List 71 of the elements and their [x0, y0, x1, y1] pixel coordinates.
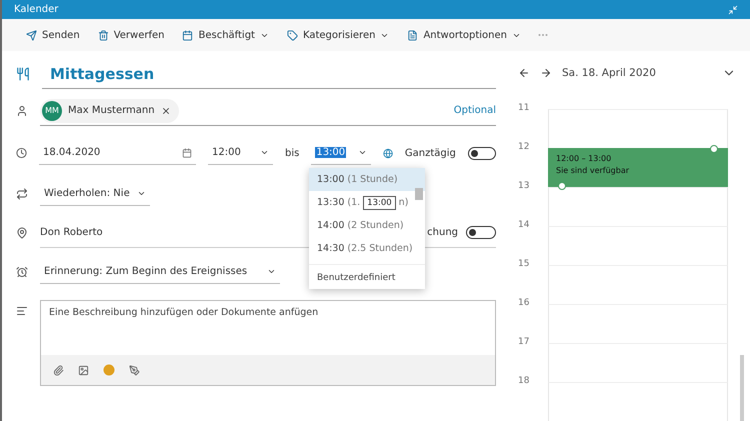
toolbar-button[interactable]: Antwortoptionen [405, 28, 523, 43]
description-icon [16, 305, 28, 317]
location-field[interactable]: Don Roberto [40, 227, 103, 238]
hour-label: 11 [518, 103, 530, 115]
time-option[interactable]: 14:30 (2.5 Stunden) [309, 237, 425, 260]
until-label: bis [284, 148, 300, 158]
chevron-icon [358, 148, 367, 157]
busy-icon [182, 30, 194, 41]
calendar-date: Sa. 18. April 2020 [562, 67, 656, 79]
tag-icon [286, 30, 298, 41]
hour-label: 15 [518, 259, 530, 271]
repeat-dropdown[interactable]: Wiederholen: Nie [40, 182, 150, 206]
start-time-field[interactable]: 12:00 [208, 141, 273, 165]
chevron-icon [137, 189, 146, 198]
discard-icon [98, 30, 109, 41]
time-tooltip: 13:00 [363, 196, 396, 210]
resize-handle[interactable] [710, 145, 718, 153]
calendar-icon [182, 148, 192, 158]
resize-handle[interactable] [558, 182, 566, 190]
window-title: Kalender [14, 4, 58, 16]
description-field[interactable]: Eine Beschreibung hinzufügen oder Dokumente anfügen [40, 300, 496, 386]
attach-icon[interactable] [53, 364, 64, 376]
online-meeting-toggle[interactable] [466, 226, 496, 239]
online-meeting-label: chung [427, 227, 458, 238]
location-icon [16, 227, 28, 239]
emoji-icon[interactable] [103, 364, 115, 376]
hour-label: 12 [518, 142, 530, 154]
hour-label: 17 [518, 337, 530, 349]
back-arrow-icon[interactable] [518, 67, 530, 79]
time-option[interactable]: 13:00 (1 Stunde) [309, 168, 425, 191]
toolbar-button[interactable]: Senden [24, 28, 82, 43]
end-time-field[interactable]: 13:00 [311, 141, 371, 165]
optional-link[interactable]: Optional [454, 105, 496, 116]
calendar-event[interactable]: 12:00 – 13:00 Sie sind verfügbar [548, 148, 728, 187]
event-time: 12:00 – 13:00 [556, 154, 612, 163]
clock-icon [16, 147, 28, 159]
event-title-field[interactable]: Mittagessen [42, 64, 154, 82]
time-option[interactable]: 13:30 (1. 13:00 n) [309, 191, 425, 214]
toolbar-button[interactable]: Beschäftigt [180, 28, 271, 43]
forward-arrow-icon[interactable] [540, 67, 552, 79]
chevron-icon [260, 148, 269, 157]
repeat-icon [16, 188, 28, 200]
date-field[interactable]: 18.04.2020 [39, 141, 196, 165]
all-day-toggle[interactable] [468, 146, 496, 160]
time-option[interactable]: 14:00 (2 Stunden) [309, 214, 425, 237]
toolbar-button[interactable]: Verwerfen [96, 28, 166, 43]
all-day-label: Ganztägig [404, 148, 456, 158]
avatar: MM [42, 100, 62, 120]
send-icon [26, 30, 37, 41]
image-icon[interactable] [78, 364, 89, 376]
toolbar-button[interactable]: Kategorisieren [284, 28, 392, 43]
reminder-dropdown[interactable]: Erinnerung: Zum Beginn des Ereignisses [40, 260, 280, 284]
reply-icon [407, 30, 418, 41]
attendee-chip[interactable]: MM Max Mustermann [40, 98, 179, 122]
hour-label: 16 [518, 298, 530, 310]
custom-option[interactable]: Benutzerdefiniert [309, 264, 425, 285]
scrollbar [740, 355, 744, 421]
hour-label: 18 [518, 376, 530, 388]
hour-label: 14 [518, 220, 530, 232]
minimize-icon[interactable] [728, 4, 738, 15]
event-status: Sie sind verfügbar [556, 166, 630, 175]
chevron-icon [267, 267, 276, 276]
utensils-icon [16, 67, 30, 81]
draw-icon[interactable] [129, 364, 140, 376]
remove-icon[interactable] [160, 106, 171, 116]
scroll-thumb [415, 188, 423, 200]
person-icon [16, 105, 28, 117]
alarm-icon [16, 266, 28, 278]
attendee-name: Max Mustermann [68, 105, 155, 116]
hour-label: 13 [518, 181, 530, 193]
globe-icon[interactable] [382, 148, 393, 158]
